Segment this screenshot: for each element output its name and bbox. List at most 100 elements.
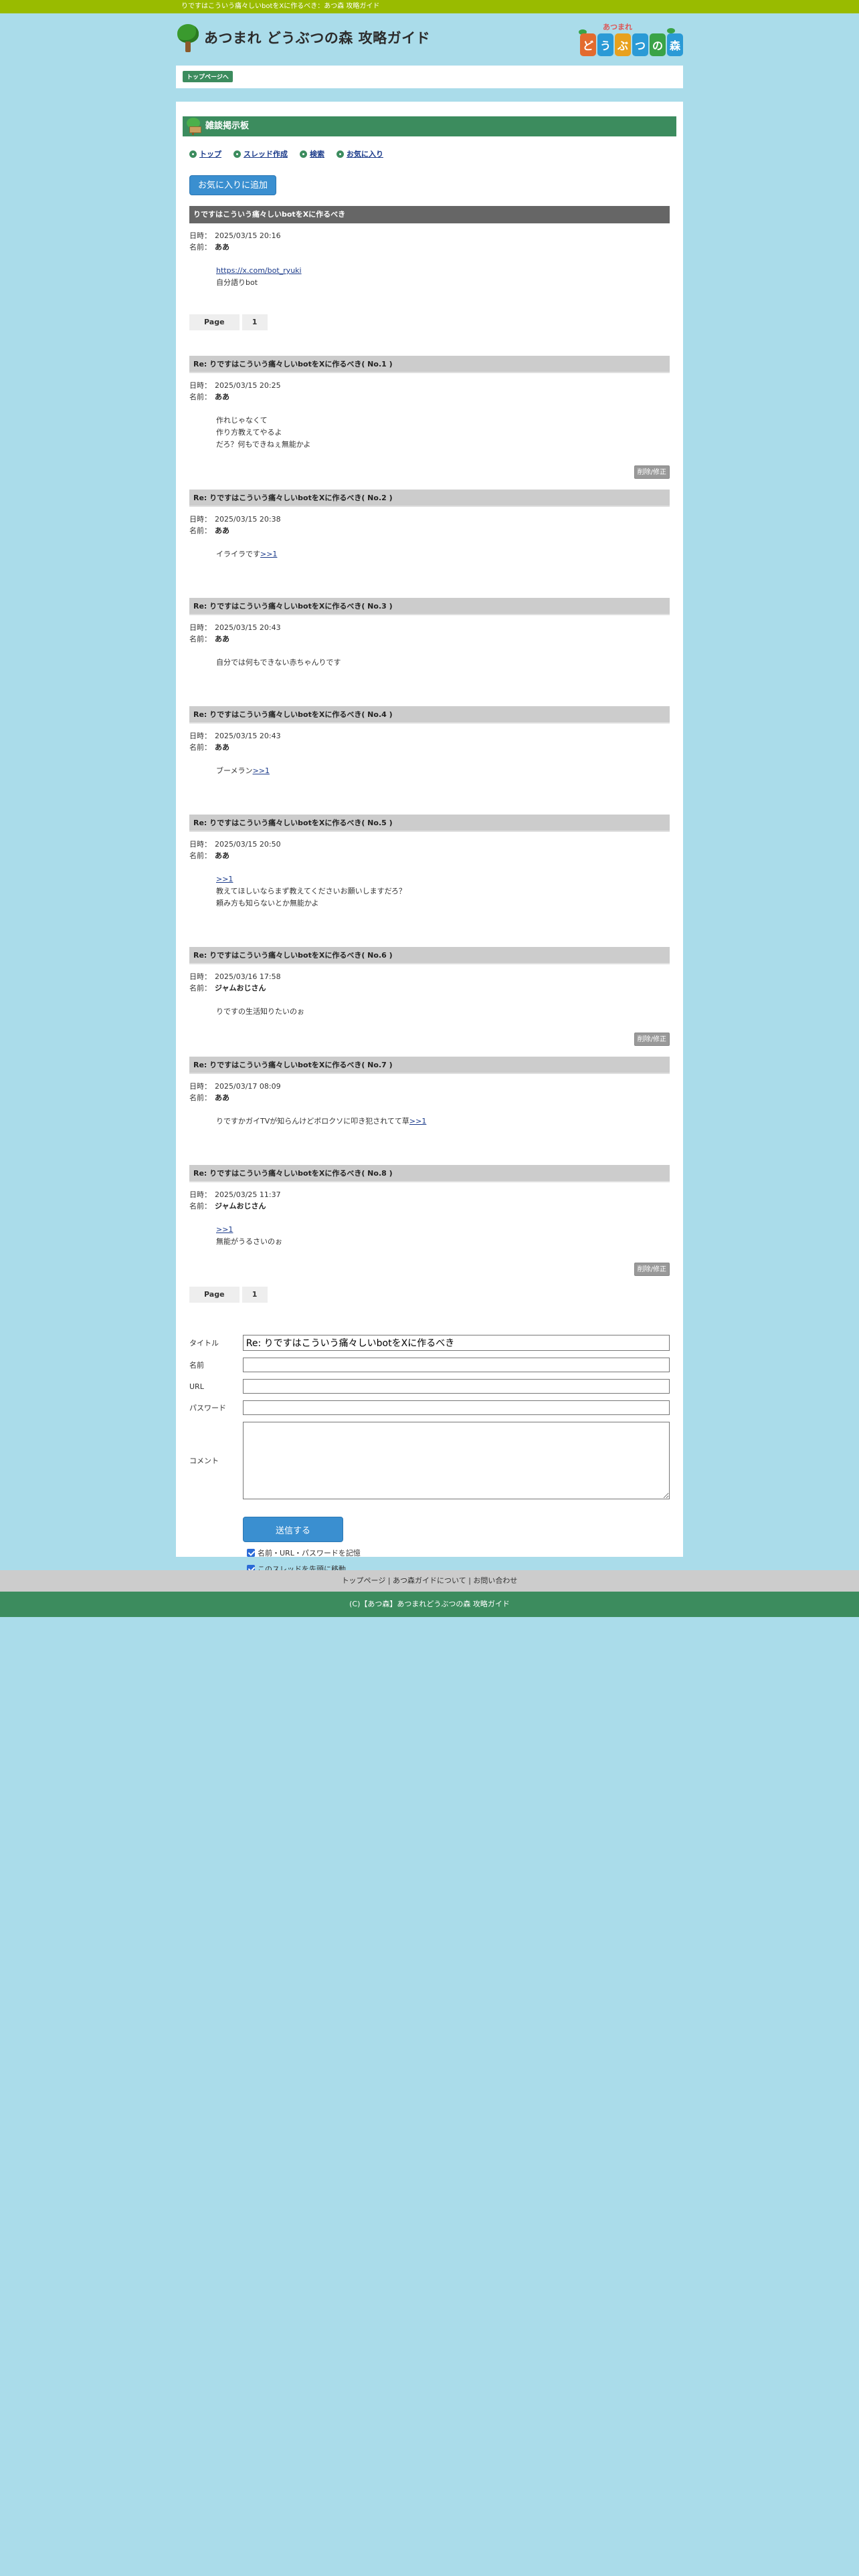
name-label: 名前： <box>189 984 211 992</box>
thread-title: りですはこういう痛々しいbotをXに作るべき <box>189 206 670 223</box>
reply-header: Re: りですはこういう痛々しいbotをXに作るべき( No.3 ) <box>189 598 670 615</box>
thread: りですはこういう痛々しいbotをXに作るべき 日時： 2025/03/15 20:… <box>189 206 670 1303</box>
subnav-label: お気に入り <box>347 150 383 158</box>
post-meta: 日時： 2025/03/16 17:58 名前： ジャムおじさん <box>189 971 670 994</box>
game-logo: あつまれ どうぶつの森 <box>579 21 683 60</box>
delete-edit-button[interactable]: 削除/修正 <box>634 1033 670 1046</box>
pager-bottom: Page 1 <box>189 1287 670 1303</box>
subnav: トップ スレッド作成 検索 お気に入り <box>189 148 676 159</box>
name-field-label: 名前 <box>189 1361 204 1370</box>
name-label: 名前： <box>189 851 211 860</box>
url-label: URL <box>189 1382 204 1391</box>
post-date: 2025/03/17 08:09 <box>215 1082 281 1091</box>
site-logo[interactable]: あつまれ どうぶつの森 攻略ガイド <box>176 23 430 52</box>
post-meta: 日時： 2025/03/17 08:09 名前： ああ <box>189 1081 670 1103</box>
post-author: ああ <box>215 743 229 752</box>
subnav-label: トップ <box>199 150 221 158</box>
logo-tile: つ <box>632 33 648 56</box>
remember-checkbox[interactable] <box>247 1549 255 1557</box>
post-date: 2025/03/15 20:43 <box>215 623 281 632</box>
pager-top: Page 1 <box>189 314 670 330</box>
post-date: 2025/03/15 20:25 <box>215 381 281 390</box>
subnav-label: 検索 <box>310 150 324 158</box>
date-label: 日時： <box>189 381 211 390</box>
reply-post: Re: りですはこういう痛々しいbotをXに作るべき( No.7 ) 日時： 202… <box>189 1057 670 1128</box>
post-line: 作れじゃなくて <box>216 416 268 425</box>
reply-post: Re: りですはこういう痛々しいbotをXに作るべき( No.8 ) 日時： 202… <box>189 1165 670 1277</box>
title-input[interactable] <box>242 1335 670 1351</box>
subnav-search[interactable]: 検索 <box>300 148 324 159</box>
date-label: 日時： <box>189 1082 211 1091</box>
post-date: 2025/03/15 20:50 <box>215 840 281 849</box>
circle-arrow-icon <box>300 150 307 158</box>
breadcrumb-top-link[interactable]: トップページへ <box>183 71 233 82</box>
date-label: 日時： <box>189 972 211 981</box>
post-meta: 日時： 2025/03/15 20:50 名前： ああ <box>189 839 670 861</box>
logo-tile: ど <box>580 33 596 56</box>
name-input[interactable] <box>242 1358 670 1372</box>
post-meta: 日時： 2025/03/15 20:16 名前： ああ <box>189 230 670 253</box>
post-meta: 日時： 2025/03/15 20:38 名前： ああ <box>189 514 670 536</box>
name-label: 名前： <box>189 526 211 535</box>
post-date: 2025/03/16 17:58 <box>215 972 281 981</box>
subnav-create-thread[interactable]: スレッド作成 <box>233 148 288 159</box>
name-label: 名前： <box>189 635 211 643</box>
reply-post: Re: りですはこういう痛々しいbotをXに作るべき( No.6 ) 日時： 202… <box>189 947 670 1047</box>
password-input[interactable] <box>242 1400 670 1415</box>
post-body: ブーメラン>>1 <box>216 765 670 777</box>
anchor-link[interactable]: >>1 <box>216 1225 233 1234</box>
post-body: りですかガイTVが知らんけどボロクソに叩き犯されてて草>>1 <box>216 1115 670 1128</box>
date-label: 日時： <box>189 515 211 524</box>
post-line: 自分では何もできない赤ちゃんりです <box>216 658 341 667</box>
anchor-link[interactable]: >>1 <box>409 1117 426 1125</box>
date-label: 日時： <box>189 231 211 240</box>
post-date: 2025/03/15 20:16 <box>215 231 281 240</box>
reply-post: Re: りですはこういう痛々しいbotをXに作るべき( No.1 ) 日時： 202… <box>189 356 670 480</box>
anchor-link[interactable]: >>1 <box>260 550 277 558</box>
name-label: 名前： <box>189 743 211 752</box>
post-line: だろ？何もできねぇ無能かよ <box>216 440 311 449</box>
post-body: 自分では何もできない赤ちゃんりです <box>216 657 670 669</box>
reply-form: タイトル 名前 URL パスワード コメント 送信する 名前・URL・パスワード… <box>189 1335 670 1574</box>
comment-label: コメント <box>189 1457 219 1465</box>
delete-edit-button[interactable]: 削除/修正 <box>634 1263 670 1276</box>
circle-arrow-icon <box>233 150 241 158</box>
name-label: 名前： <box>189 393 211 401</box>
delete-edit-button[interactable]: 削除/修正 <box>634 465 670 479</box>
subnav-top[interactable]: トップ <box>189 148 221 159</box>
reply-header: Re: りですはこういう痛々しいbotをXに作るべき( No.1 ) <box>189 356 670 373</box>
add-favorite-button[interactable]: お気に入りに追加 <box>189 175 277 195</box>
date-label: 日時： <box>189 1190 211 1199</box>
anchor-link[interactable]: >>1 <box>216 875 233 883</box>
pager-page-1[interactable]: 1 <box>242 314 268 330</box>
post-line: イライラです>>1 <box>216 550 278 558</box>
reply-post: Re: りですはこういう痛々しいbotをXに作るべき( No.2 ) 日時： 202… <box>189 490 670 560</box>
reply-post: Re: りですはこういう痛々しいbotをXに作るべき( No.3 ) 日時： 202… <box>189 598 670 669</box>
breadcrumb: トップページへ <box>176 66 683 88</box>
post-line: 自分語りbot <box>216 278 258 287</box>
password-label: パスワード <box>189 1404 226 1412</box>
subnav-favorites[interactable]: お気に入り <box>337 148 383 159</box>
post-meta: 日時： 2025/03/15 20:43 名前： ああ <box>189 730 670 753</box>
post-line: 教えてほしいならまず教えてくださいお願いしますだろ？ <box>216 887 406 895</box>
board-title-text: 雑談掲示板 <box>205 121 250 131</box>
reply-header: Re: りですはこういう痛々しいbotをXに作るべき( No.7 ) <box>189 1057 670 1074</box>
post-meta: 日時： 2025/03/25 11:37 名前： ジャムおじさん <box>189 1189 670 1212</box>
url-input[interactable] <box>242 1379 670 1394</box>
post-author: ああ <box>215 851 229 860</box>
post-author: ああ <box>215 526 229 535</box>
submit-button[interactable]: 送信する <box>243 1517 343 1542</box>
name-label: 名前： <box>189 1093 211 1102</box>
topbar: りですはこういう痛々しいbotをXに作るべき：あつ森 攻略ガイド <box>0 0 859 13</box>
site-title: あつまれ どうぶつの森 攻略ガイド <box>204 30 431 46</box>
footer-links[interactable]: トップページ | あつ森ガイドについて | お問い合わせ <box>0 1570 859 1592</box>
pager-page-1[interactable]: 1 <box>242 1287 268 1303</box>
reply-header: Re: りですはこういう痛々しいbotをXに作るべき( No.2 ) <box>189 490 670 507</box>
date-label: 日時： <box>189 623 211 632</box>
comment-textarea[interactable] <box>242 1422 670 1499</box>
post-line: 頼み方も知らないとか無能かよ <box>216 899 319 907</box>
post-link[interactable]: https://x.com/bot_ryuki <box>216 266 302 275</box>
anchor-link[interactable]: >>1 <box>253 766 270 775</box>
reply-post: Re: りですはこういう痛々しいbotをXに作るべき( No.5 ) 日時： 202… <box>189 815 670 909</box>
name-label: 名前： <box>189 1202 211 1210</box>
